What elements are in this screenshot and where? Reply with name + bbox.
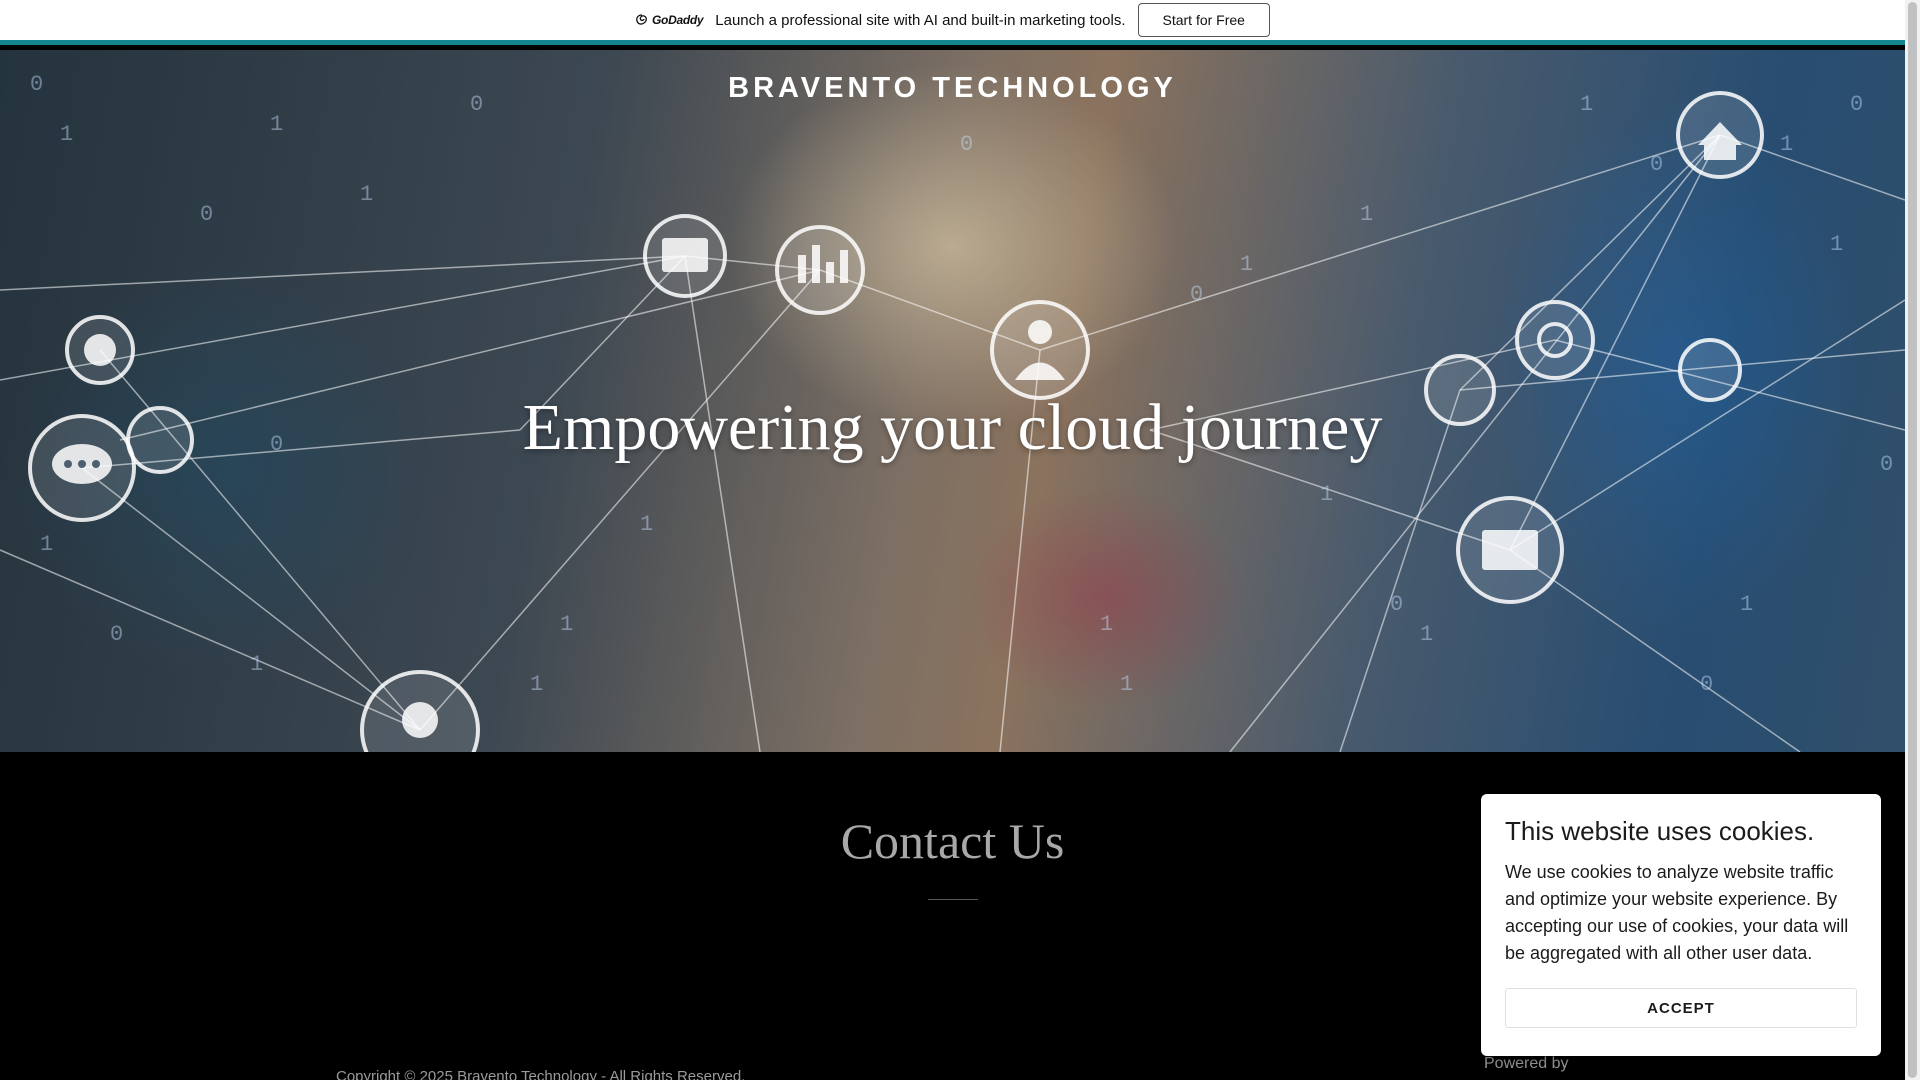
hero-section: 011 010 101 010 101 011 111 011 011 010 xyxy=(0,50,1905,752)
cookie-message: We use cookies to analyze website traffi… xyxy=(1505,862,1849,963)
cookie-title: This website uses cookies. xyxy=(1505,816,1815,846)
svg-text:1: 1 xyxy=(560,612,573,637)
copyright-text: Copyright © 2025 Bravento Technology - A… xyxy=(336,1068,746,1080)
svg-text:1: 1 xyxy=(1120,672,1133,697)
svg-text:0: 0 xyxy=(1190,282,1203,307)
svg-text:0: 0 xyxy=(1700,672,1713,697)
svg-text:0: 0 xyxy=(960,132,973,157)
powered-by-text: Powered by xyxy=(1484,1055,1569,1072)
site-title[interactable]: BRAVENTO TECHNOLOGY xyxy=(0,72,1905,105)
svg-text:1: 1 xyxy=(250,652,263,677)
svg-text:1: 1 xyxy=(1100,612,1113,637)
svg-text:0: 0 xyxy=(110,622,123,647)
svg-text:1: 1 xyxy=(530,672,543,697)
svg-text:1: 1 xyxy=(1360,202,1373,227)
svg-text:0: 0 xyxy=(1390,592,1403,617)
godaddy-wordmark: GoDaddy xyxy=(652,13,704,27)
svg-text:1: 1 xyxy=(1740,592,1753,617)
accept-cookies-button[interactable]: ACCEPT xyxy=(1505,988,1857,1028)
svg-text:1: 1 xyxy=(360,182,373,207)
promo-message: Launch a professional site with AI and b… xyxy=(715,11,1126,29)
cookie-banner: This website uses cookies. We use cookie… xyxy=(1481,794,1881,1056)
svg-text:0: 0 xyxy=(200,202,213,227)
svg-text:1: 1 xyxy=(1780,132,1793,157)
svg-text:1: 1 xyxy=(640,512,653,537)
svg-text:0: 0 xyxy=(1650,152,1663,177)
scrollbar-thumb[interactable] xyxy=(1908,2,1917,1078)
svg-text:1: 1 xyxy=(1320,482,1333,507)
svg-text:1: 1 xyxy=(60,122,73,147)
godaddy-logo: GoDaddy xyxy=(635,13,704,27)
svg-text:1: 1 xyxy=(1830,232,1843,257)
contact-divider xyxy=(928,899,978,900)
svg-text:1: 1 xyxy=(1240,252,1253,277)
start-for-free-button[interactable]: Start for Free xyxy=(1137,3,1270,37)
svg-text:1: 1 xyxy=(1420,622,1433,647)
godaddy-logo-icon xyxy=(636,14,647,25)
page-scrollbar[interactable] xyxy=(1905,0,1920,1080)
svg-text:1: 1 xyxy=(270,112,283,137)
svg-text:1: 1 xyxy=(40,532,53,557)
promo-bar: GoDaddy Launch a professional site with … xyxy=(0,0,1905,45)
hero-tagline: Empowering your cloud journey xyxy=(522,391,1383,464)
